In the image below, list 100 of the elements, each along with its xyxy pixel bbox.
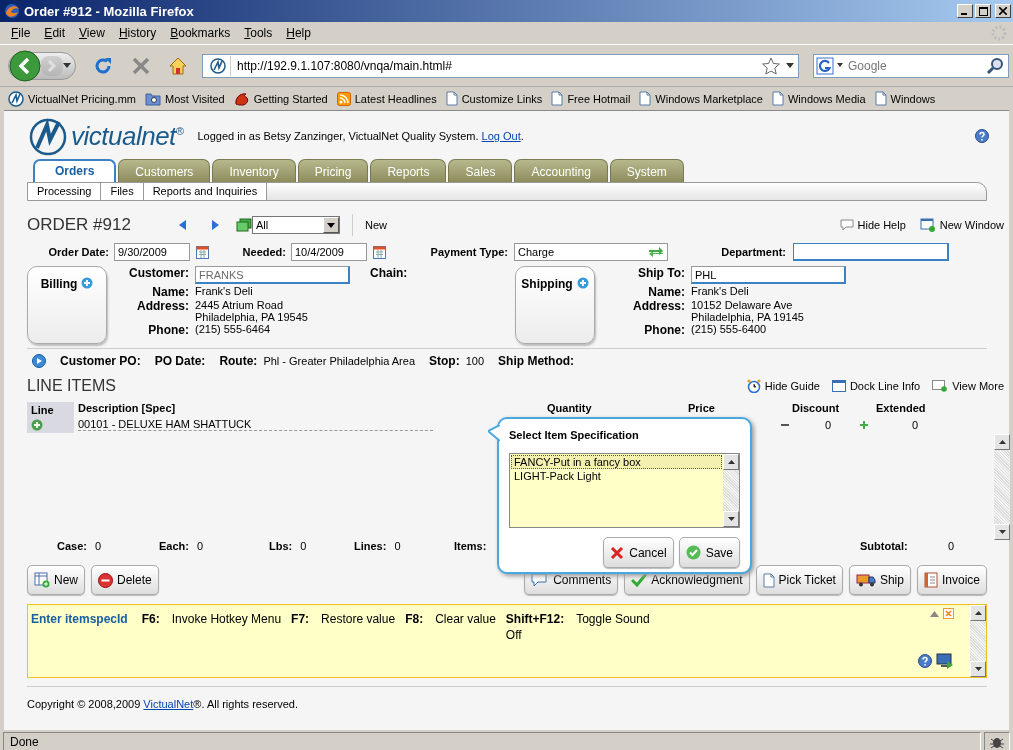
status-text: Done	[3, 732, 981, 750]
payment-field[interactable]: Charge	[514, 243, 668, 261]
specification-list[interactable]: FANCY-Put in a fancy box LIGHT-Pack Light	[509, 453, 740, 528]
hotkey-action: Restore value	[321, 612, 396, 626]
menu-item[interactable]: File	[4, 24, 38, 42]
menu-item[interactable]: View	[72, 24, 112, 42]
menu-item[interactable]: Edit	[37, 24, 73, 42]
total-value: 0	[94, 540, 102, 554]
throbber-icon	[991, 25, 1007, 41]
stack-icon	[236, 218, 252, 232]
search-icon[interactable]	[986, 56, 1004, 75]
section-tab[interactable]: Billing	[27, 266, 107, 344]
total-value: 0	[196, 540, 204, 554]
address-field[interactable]: http://192.9.1.107:8080/vnqa/main.html#	[202, 53, 799, 78]
caret-icon	[327, 222, 335, 228]
minimize-button[interactable]	[957, 4, 973, 18]
dropdown-icon[interactable]	[786, 62, 794, 69]
tab[interactable]: Orders	[33, 159, 117, 182]
menu-item[interactable]: Tools	[237, 24, 280, 42]
filter-dropdown[interactable]: All	[252, 216, 340, 234]
menu-item[interactable]: Help	[279, 24, 318, 42]
down-arrow-icon	[974, 667, 982, 671]
home-icon[interactable]	[168, 55, 188, 76]
field-label: Route:	[219, 354, 258, 368]
field-label: Department:	[720, 246, 786, 258]
logout-link[interactable]: Log Out	[481, 130, 521, 142]
page-icon	[445, 91, 458, 106]
collapse-icon[interactable]	[930, 610, 939, 617]
new-window-link[interactable]: New Window	[919, 218, 1004, 232]
action-button[interactable]: Invoice	[916, 565, 987, 595]
down-arrow-icon	[727, 517, 735, 521]
field-value: (215) 555-6464	[195, 323, 272, 335]
action-button[interactable]: New	[27, 565, 85, 595]
list-option[interactable]: FANCY-Put in a fancy box	[511, 455, 722, 469]
total-label: Subtotal:	[860, 540, 908, 554]
total-label: Lines:	[354, 540, 387, 554]
section-tab[interactable]: Shipping	[515, 266, 595, 344]
maximize-button[interactable]	[975, 4, 991, 18]
calendar-icon	[196, 245, 209, 259]
field-label: PO Date:	[154, 354, 206, 368]
close-button[interactable]	[995, 4, 1011, 18]
menu-item[interactable]: Bookmarks	[163, 24, 238, 42]
page-icon	[639, 91, 652, 106]
add-icon	[576, 277, 589, 289]
search-field[interactable]: Google	[813, 53, 1009, 78]
hotkey-label: Shift+F12:	[505, 612, 565, 626]
login-text: Logged in as Betsy Zanzinger, VictualNet Quality System. Log Out.	[197, 130, 525, 142]
next-icon[interactable]	[209, 219, 221, 231]
guide-link[interactable]: View More	[932, 380, 1004, 392]
save-button[interactable]: Save	[678, 537, 740, 568]
dropdown-icon[interactable]	[63, 62, 71, 69]
expand-icon[interactable]	[32, 354, 46, 368]
action-button[interactable]: Delete	[91, 565, 159, 595]
close-icon	[999, 7, 1007, 15]
bookmark-link[interactable]: VictualNet Pricing.mm	[4, 88, 140, 109]
company-link[interactable]: VictualNet	[143, 698, 194, 710]
action-button[interactable]: Pick Ticket	[755, 565, 843, 595]
subtab[interactable]: Files	[101, 183, 144, 200]
star-icon[interactable]	[762, 56, 780, 75]
hide-help-link[interactable]: Hide Help	[839, 219, 906, 231]
window-add-icon	[932, 380, 949, 392]
order-title: ORDER #912	[27, 215, 132, 235]
up-arrow-icon	[998, 440, 1006, 444]
new-link[interactable]: New	[365, 219, 387, 231]
description-cell[interactable]: 00101 - DELUXE HAM SHATTUCK	[78, 418, 433, 431]
search-engine-icon[interactable]	[816, 56, 834, 75]
date-field[interactable]: 10/4/2009	[291, 243, 367, 261]
subtab[interactable]: Processing	[28, 183, 102, 200]
bookmark-link[interactable]: Free Hotmail	[547, 89, 635, 108]
subtab[interactable]: Reports and Inquiries	[143, 183, 268, 200]
dropdown-icon[interactable]	[837, 63, 843, 68]
guide-link[interactable]: Hide Guide	[746, 379, 820, 393]
scrollbar[interactable]	[723, 454, 739, 527]
date-field[interactable]: 9/30/2009	[114, 243, 190, 261]
close-icon[interactable]	[943, 608, 954, 619]
copyright-text: Copyright © 2008,2009 VictualNet®. All rights reserved.	[27, 698, 299, 710]
back-icon[interactable]	[9, 49, 41, 82]
list-option[interactable]: LIGHT-Pack Light	[511, 469, 722, 483]
bookmark-link[interactable]: Windows Media	[767, 89, 870, 108]
bookmark-link[interactable]: Most Visited	[141, 89, 229, 108]
department-field[interactable]	[793, 243, 949, 261]
swoosh-icon	[8, 90, 24, 107]
customer-field[interactable]: PHL	[691, 266, 846, 284]
menu-item[interactable]: History	[111, 24, 164, 42]
bookmark-link[interactable]: Getting Started	[229, 89, 332, 108]
bookmark-link[interactable]: Windows	[870, 89, 940, 108]
action-button[interactable]: Ship	[848, 565, 911, 595]
bookmark-link[interactable]: Windows Marketplace	[635, 89, 767, 108]
previous-icon[interactable]	[177, 219, 189, 231]
field-label: Phone:	[147, 323, 189, 337]
scrollbar[interactable]	[970, 605, 986, 677]
bookmark-link[interactable]: Latest Headlines	[332, 89, 441, 108]
monitor-icon[interactable]	[936, 653, 954, 669]
bookmark-link[interactable]: Customize Links	[441, 89, 547, 108]
cancel-button[interactable]: Cancel	[603, 537, 674, 568]
scrollbar[interactable]	[994, 434, 1010, 540]
field-label: Needed:	[241, 246, 286, 258]
guide-link[interactable]: Dock Line Info	[831, 380, 921, 392]
cross-icon	[610, 545, 625, 560]
add-line-icon	[31, 419, 43, 431]
